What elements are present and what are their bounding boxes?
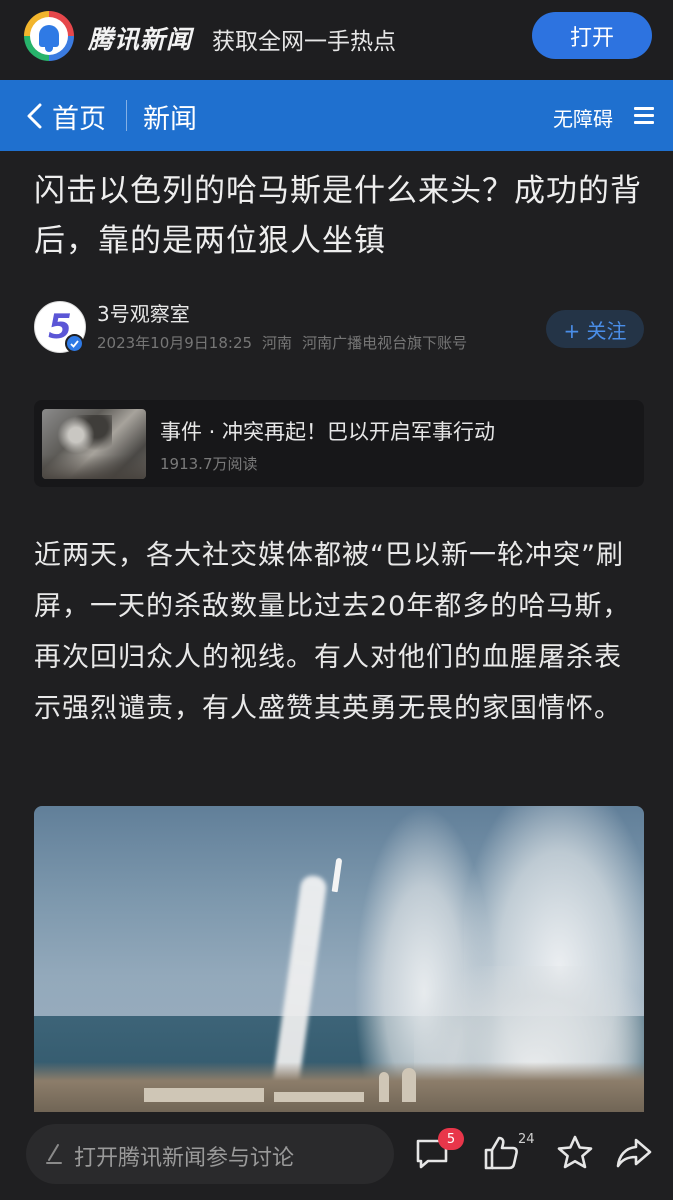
bottom-toolbar: 打开腾讯新闻参与讨论 5 24 bbox=[0, 1112, 673, 1200]
chevron-left-icon[interactable] bbox=[24, 102, 48, 130]
hamburger-menu-icon[interactable] bbox=[634, 107, 654, 125]
event-read-count: 1913.7万阅读 bbox=[160, 455, 258, 473]
article-image[interactable] bbox=[34, 806, 644, 1116]
article-body-paragraph: 近两天，各大社交媒体都被“巴以新一轮冲突”刷屏，一天的杀敌数量比过去20年都多的… bbox=[34, 540, 631, 724]
follow-button[interactable]: + 关注 bbox=[546, 310, 644, 348]
tencent-news-logo bbox=[24, 11, 74, 61]
accessibility-link[interactable]: 无障碍 bbox=[553, 103, 613, 132]
event-card[interactable]: 事件 · 冲突再起！巴以开启军事行动 1913.7万阅读 bbox=[34, 400, 644, 487]
comment-input[interactable]: 打开腾讯新闻参与讨论 bbox=[26, 1124, 394, 1184]
author-location: 河南 bbox=[262, 334, 293, 352]
comment-count-badge: 5 bbox=[438, 1128, 464, 1150]
share-icon[interactable] bbox=[614, 1133, 654, 1173]
open-app-button[interactable]: 打开 bbox=[532, 12, 652, 59]
app-slogan: 获取全网一手热点 bbox=[212, 29, 396, 55]
app-name: 腾讯新闻 bbox=[88, 25, 193, 54]
event-title: 事件 · 冲突再起！巴以开启军事行动 bbox=[160, 420, 496, 444]
rocket bbox=[331, 857, 343, 893]
thumbs-up-icon[interactable] bbox=[481, 1133, 521, 1173]
like-count: 24 bbox=[518, 1132, 535, 1147]
image-shore bbox=[34, 1062, 644, 1116]
nav-section-news[interactable]: 新闻 bbox=[143, 97, 197, 136]
publish-datetime: 2023年10月9日18:25 bbox=[97, 334, 253, 352]
comment-placeholder: 打开腾讯新闻参与讨论 bbox=[74, 1146, 295, 1171]
app-frame: 腾讯新闻 获取全网一手热点 打开 首页 新闻 无障碍 闪击以色列的哈马斯是什么来… bbox=[0, 0, 673, 1200]
pen-icon bbox=[46, 1144, 62, 1164]
event-thumbnail bbox=[42, 409, 146, 479]
nav-bar: 首页 新闻 无障碍 bbox=[0, 80, 673, 151]
article-title: 闪击以色列的哈马斯是什么来头？成功的背后，靠的是两位狠人坐镇 bbox=[34, 173, 642, 259]
app-promo-bar: 腾讯新闻 获取全网一手热点 打开 bbox=[0, 0, 673, 80]
author-meta: 2023年10月9日18:25 河南 河南广播电视台旗下账号 bbox=[97, 332, 477, 353]
bell-icon bbox=[39, 25, 59, 52]
author-org: 河南广播电视台旗下账号 bbox=[302, 334, 468, 352]
verified-check-icon bbox=[65, 334, 84, 353]
nav-home-link[interactable]: 首页 bbox=[52, 97, 106, 136]
star-icon[interactable] bbox=[555, 1133, 595, 1173]
nav-divider bbox=[126, 100, 127, 131]
author-name[interactable]: 3号观察室 bbox=[97, 298, 190, 327]
